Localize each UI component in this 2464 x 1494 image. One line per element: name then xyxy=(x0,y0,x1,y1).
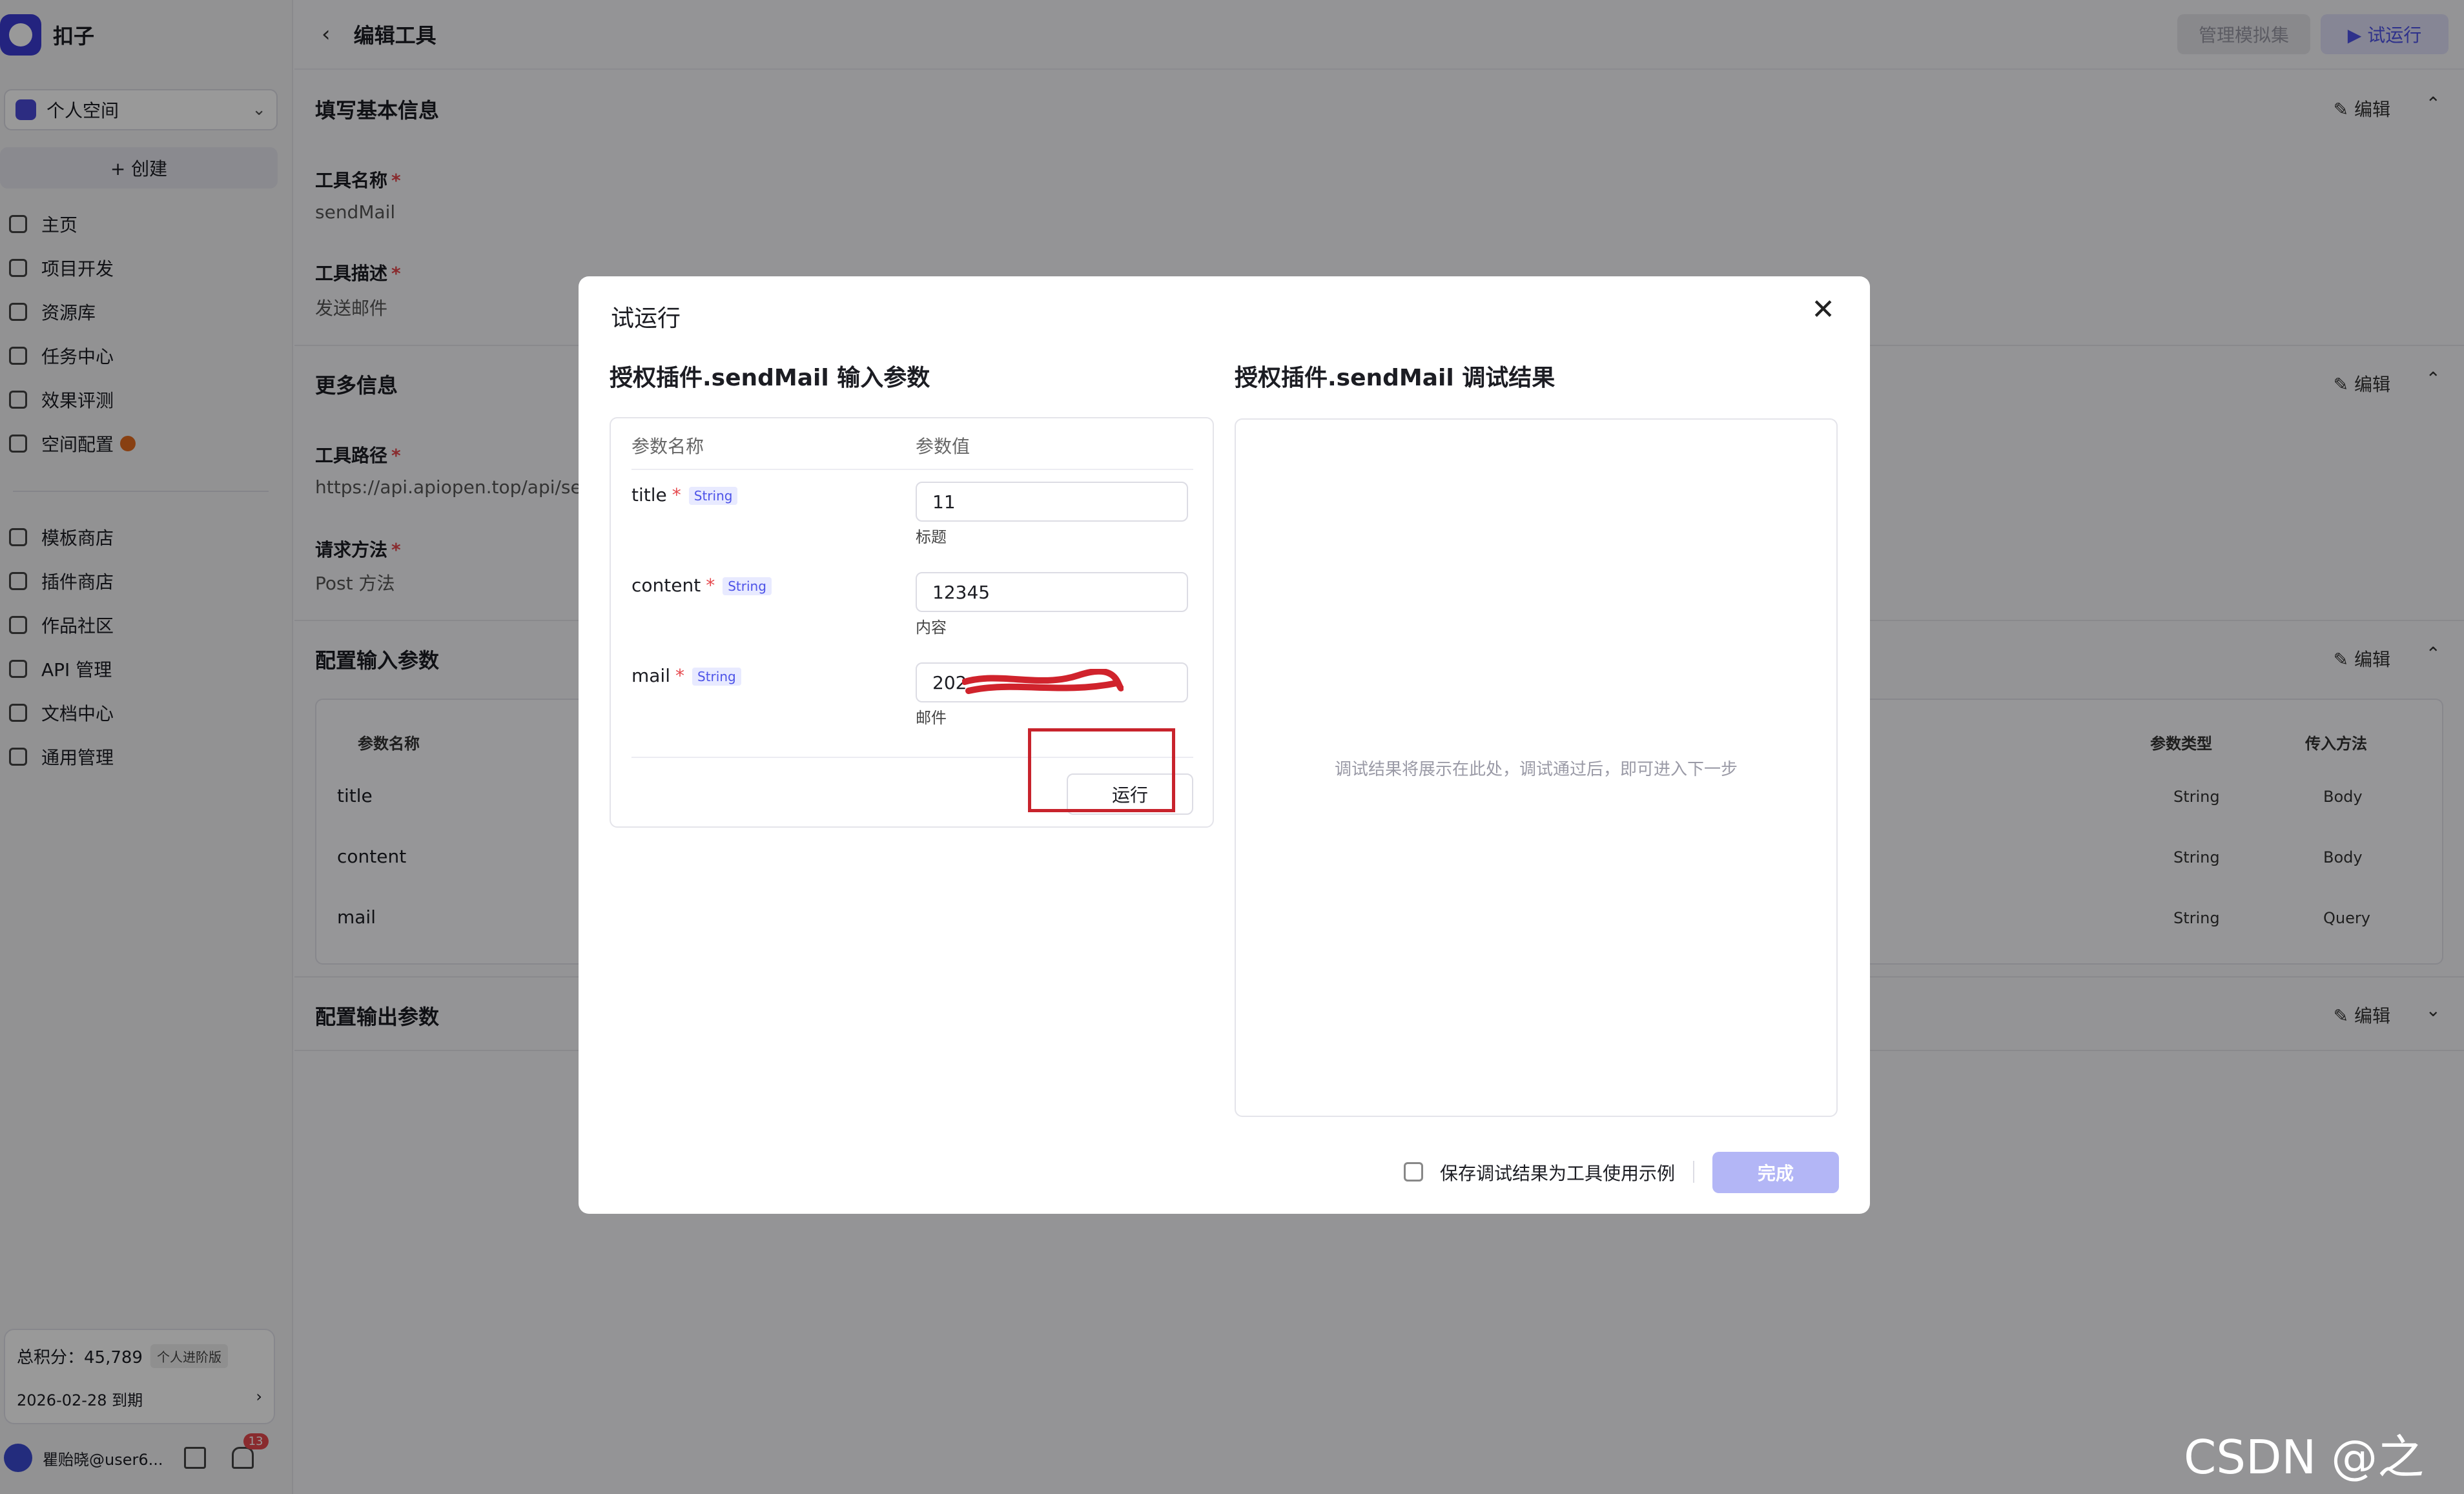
highlight-box xyxy=(1028,728,1175,812)
param-hint: 内容 xyxy=(916,619,947,637)
trial-run-dialog: 试运行 ✕ 授权插件.sendMail 输入参数 授权插件.sendMail 调… xyxy=(579,276,1870,1214)
divider xyxy=(1693,1161,1694,1183)
result-placeholder: 调试结果将展示在此处，调试通过后，即可进入下一步 xyxy=(1334,759,1738,779)
type-tag: String xyxy=(688,487,738,505)
save-example-label[interactable]: 保存调试结果为工具使用示例 xyxy=(1440,1160,1675,1185)
param-hint: 标题 xyxy=(916,528,947,546)
result-panel-title: 授权插件.sendMail 调试结果 xyxy=(1235,365,1555,391)
param-hint: 邮件 xyxy=(916,709,947,727)
dialog-footer: 保存调试结果为工具使用示例 完成 xyxy=(579,1149,1870,1194)
param-name-mail: mail * String xyxy=(631,665,741,686)
input-panel-title: 授权插件.sendMail 输入参数 xyxy=(610,365,930,391)
done-button[interactable]: 完成 xyxy=(1712,1152,1839,1193)
redaction-scribble xyxy=(962,669,1124,694)
save-example-checkbox[interactable] xyxy=(1404,1162,1423,1182)
result-panel: 调试结果将展示在此处，调试通过后，即可进入下一步 xyxy=(1235,418,1838,1117)
type-tag: String xyxy=(692,668,741,686)
close-icon[interactable]: ✕ xyxy=(1811,293,1835,326)
watermark: CSDN @之歆 xyxy=(2184,1430,2425,1484)
content-input[interactable]: 12345 xyxy=(916,572,1188,612)
param-name-title: title * String xyxy=(631,484,738,506)
title-input[interactable]: 11 xyxy=(916,482,1188,522)
dialog-title: 试运行 xyxy=(611,305,681,332)
type-tag: String xyxy=(723,577,772,595)
divider xyxy=(631,469,1193,470)
col-param-value: 参数值 xyxy=(916,436,970,457)
col-param-name: 参数名称 xyxy=(631,436,704,457)
param-name-content: content * String xyxy=(631,575,772,596)
